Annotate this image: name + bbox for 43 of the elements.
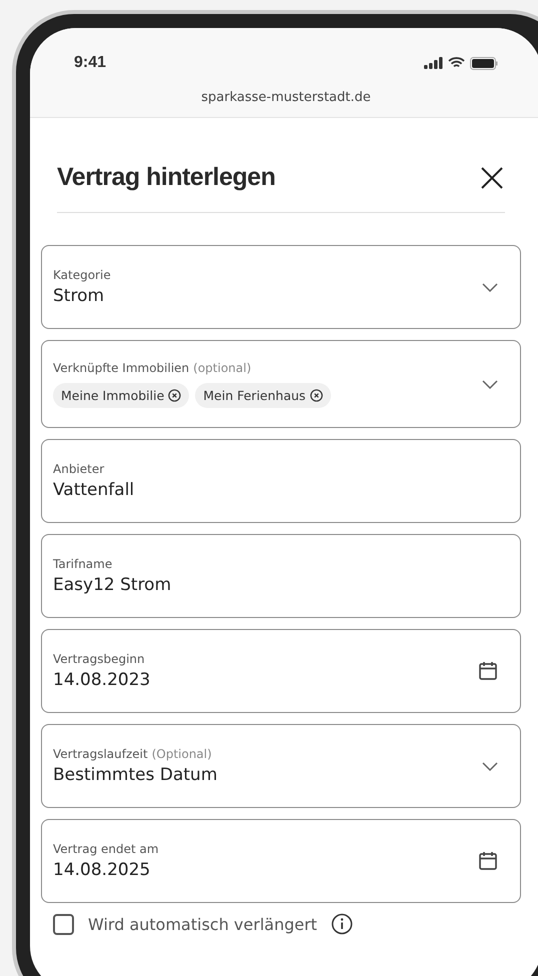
field-label: Anbieter (53, 462, 104, 476)
field-value: 14.08.2023 (53, 670, 150, 690)
field-label: Verknüpfte Immobilien (53, 360, 190, 374)
field-value: Easy12 Strom (53, 575, 172, 595)
select-field[interactable]: Vertragslaufzeit (Optional) Bestimmtes Datum (41, 724, 521, 808)
select-field[interactable]: Verknüpfte Immobilien (optional) Meine Immobilie Mein Ferienhaus (41, 340, 521, 428)
wifi-icon (448, 57, 465, 69)
text-field[interactable]: Tarifname Easy12 Strom (41, 534, 521, 618)
checkbox[interactable] (53, 914, 74, 934)
battery-icon (470, 56, 498, 70)
optional-hint: (optional) (193, 360, 252, 374)
date-field[interactable]: Vertrag endet am 14.08.2025 (41, 819, 521, 903)
tag-chip[interactable]: Mein Ferienhaus (195, 382, 331, 408)
remove-icon[interactable] (310, 388, 323, 402)
close-button[interactable] (479, 164, 505, 190)
field-label: Vertrag endet am (53, 842, 159, 856)
tag-label: Mein Ferienhaus (203, 388, 306, 402)
calendar-icon[interactable] (478, 851, 498, 871)
tag-chip[interactable]: Meine Immobilie (53, 382, 190, 408)
chevron-down-icon (482, 282, 498, 292)
field-value: Strom (53, 286, 106, 306)
calendar-icon[interactable] (478, 661, 498, 681)
field-label: Tarifname (53, 557, 112, 571)
info-icon[interactable] (331, 913, 354, 935)
signal-icon (424, 57, 443, 69)
chevron-down-icon (482, 380, 498, 388)
field-label: Vertragslaufzeit (53, 747, 148, 761)
field-value: Vattenfall (53, 480, 134, 500)
dialog-title: Vertrag hinterlegen (57, 163, 276, 192)
checkbox-label: Wird automatisch verlängert (88, 914, 318, 934)
optional-hint: (Optional) (152, 747, 212, 761)
remove-icon[interactable] (168, 388, 182, 402)
address-bar-url[interactable]: sparkasse-musterstadt.de (74, 90, 498, 105)
select-field[interactable]: Kategorie Strom (41, 245, 521, 329)
tag-label: Meine Immobilie (61, 388, 164, 402)
field-label: Vertragsbeginn (53, 652, 145, 666)
chevron-down-icon (482, 762, 498, 770)
field-value: 14.08.2025 (53, 860, 152, 880)
status-time: 9:41 (74, 54, 106, 72)
text-field[interactable]: Anbieter Vattenfall (41, 439, 521, 523)
field-label: Kategorie (53, 268, 111, 282)
field-value: Bestimmtes Datum (53, 765, 218, 785)
date-field[interactable]: Vertragsbeginn 14.08.2023 (41, 629, 521, 713)
